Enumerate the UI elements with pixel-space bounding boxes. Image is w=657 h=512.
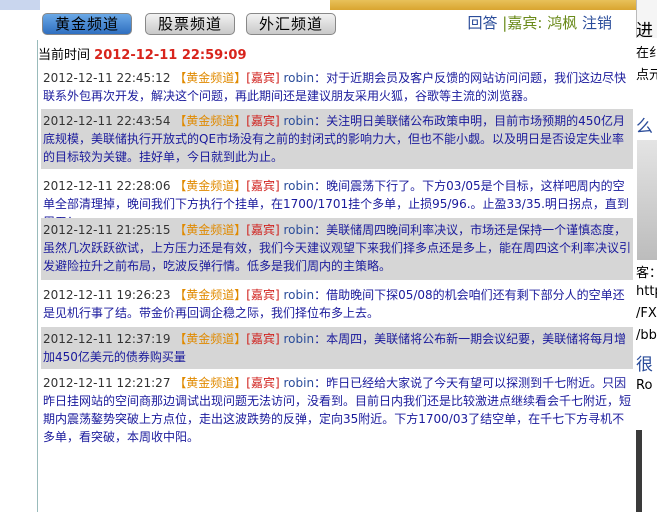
current-time-bar: 当前时间 2012-12-11 22:59:09 (38, 44, 247, 63)
message-item: 2012-12-11 22:28:06 【黄金频道】[嘉宾] robin：晚间震… (41, 174, 633, 229)
message-time: 2012-12-11 22:28:06 (43, 179, 171, 193)
tab-forex[interactable]: 外汇频道 (246, 13, 336, 35)
message-role: [嘉宾] (246, 114, 280, 128)
current-time-value: 2012-12-11 22:59:09 (94, 48, 247, 63)
header-bar: 黄金频道 股票频道 外汇频道 回答 |嘉宾: 鸿枫 注销 (0, 0, 636, 40)
guest-name: 鸿枫 (547, 14, 578, 32)
right-panel-text: http (636, 284, 657, 299)
right-side-panel: 进 在纟 点元 么 客： http /FX /bb 很 Ro (636, 0, 657, 512)
current-time-label: 当前时间 (38, 48, 91, 63)
message-item: 2012-12-11 22:45:12 【黄金频道】[嘉宾] robin：对于近… (41, 66, 633, 108)
guest-prefix: |嘉宾: (502, 14, 543, 32)
message-panel: 当前时间 2012-12-11 22:59:09 2012-12-11 22:4… (37, 40, 638, 512)
message-role: [嘉宾] (246, 288, 280, 302)
right-panel-text: 点元 (636, 68, 657, 83)
right-panel-image (637, 140, 657, 260)
message-channel: 【黄金频道】 (174, 376, 247, 390)
message-author[interactable]: robin (284, 332, 315, 346)
header-strip-left (0, 0, 40, 10)
tab-stocks[interactable]: 股票频道 (145, 13, 235, 35)
message-time: 2012-12-11 19:26:23 (43, 288, 171, 302)
message-item: 2012-12-11 12:37:19 【黄金频道】[嘉宾] robin：本周四… (41, 327, 633, 369)
message-time: 2012-12-11 12:21:27 (43, 376, 171, 390)
message-author[interactable]: robin (284, 114, 315, 128)
message-role: [嘉宾] (246, 71, 280, 85)
right-panel-text: 么 (636, 117, 653, 137)
header-banner (330, 0, 636, 10)
right-panel-text: 在纟 (636, 46, 657, 61)
message-role: [嘉宾] (246, 223, 280, 237)
message-author[interactable]: robin (284, 288, 315, 302)
right-panel-text: 客： (636, 266, 657, 281)
message-channel: 【黄金频道】 (174, 223, 247, 237)
user-box: 回答 |嘉宾: 鸿枫 注销 (468, 13, 613, 33)
message-item: 2012-12-11 12:21:27 【黄金频道】[嘉宾] robin：昨日已… (41, 371, 633, 451)
message-item: 2012-12-11 19:26:23 【黄金频道】[嘉宾] robin：借助晚… (41, 283, 633, 326)
message-role: [嘉宾] (246, 376, 280, 390)
message-time: 2012-12-11 22:45:12 (43, 71, 171, 85)
message-author[interactable]: robin (284, 179, 315, 193)
message-author[interactable]: robin (284, 376, 315, 390)
right-panel-text: Ro (636, 378, 653, 393)
reply-link[interactable]: 回答 (468, 14, 498, 32)
message-item: 2012-12-11 21:25:15 【黄金频道】[嘉宾] robin：美联储… (41, 218, 633, 280)
message-time: 2012-12-11 22:43:54 (43, 114, 171, 128)
right-panel-text: 进 (636, 21, 653, 41)
logout-link[interactable]: 注销 (582, 14, 612, 32)
message-time: 2012-12-11 21:25:15 (43, 223, 171, 237)
message-time: 2012-12-11 12:37:19 (43, 332, 171, 346)
message-channel: 【黄金频道】 (174, 288, 247, 302)
message-author[interactable]: robin (284, 71, 315, 85)
message-role: [嘉宾] (246, 332, 280, 346)
message-author[interactable]: robin (284, 223, 315, 237)
message-channel: 【黄金频道】 (174, 114, 247, 128)
message-role: [嘉宾] (246, 179, 280, 193)
message-channel: 【黄金频道】 (174, 179, 247, 193)
message-channel: 【黄金频道】 (174, 332, 247, 346)
tab-gold[interactable]: 黄金频道 (42, 13, 132, 35)
message-channel: 【黄金频道】 (174, 71, 247, 85)
scrollbar-thumb[interactable] (636, 430, 642, 512)
right-panel-text: /bb (636, 328, 657, 343)
message-item: 2012-12-11 22:43:54 【黄金频道】[嘉宾] robin：关注明… (41, 109, 633, 169)
right-panel-text: /FX (636, 306, 657, 321)
right-panel-text: 很 (636, 355, 653, 375)
